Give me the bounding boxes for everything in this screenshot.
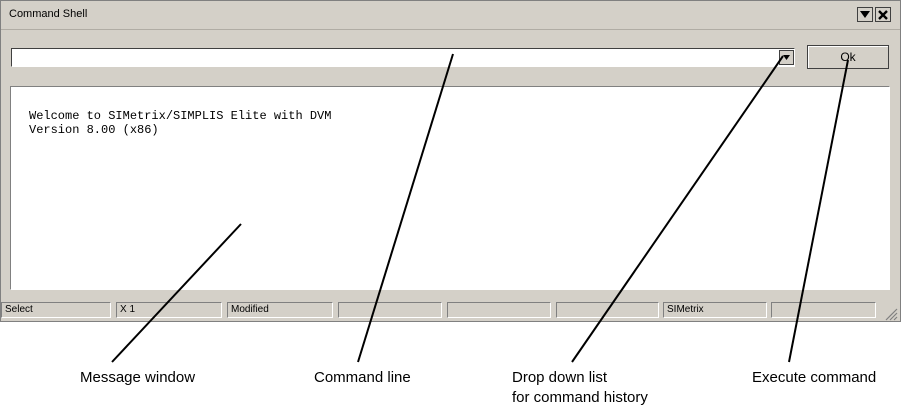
callout-message-window: Message window (80, 369, 196, 386)
callout-command-history: for command history (512, 389, 648, 406)
callout-line-message-window (111, 223, 242, 363)
callout-drop-down-list: Drop down list (512, 369, 608, 386)
callout-line-drop-down (571, 55, 784, 363)
callout-lines (111, 53, 849, 363)
callout-command-line: Command line (314, 369, 411, 386)
callout-line-execute (788, 59, 849, 363)
callout-line-command-line (357, 53, 454, 363)
callout-execute-command: Execute command (752, 369, 877, 386)
